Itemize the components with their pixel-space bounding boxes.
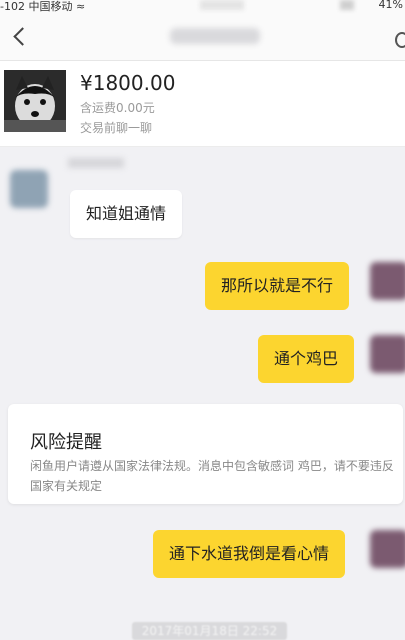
- more-button[interactable]: [395, 32, 405, 48]
- message-bubble-outgoing[interactable]: 通个鸡巴: [258, 335, 355, 383]
- risk-notice-title: 风险提醒: [30, 432, 102, 453]
- status-bar: -102 中国移动 ≈ 41%: [0, 0, 405, 14]
- chat-before-trade-link[interactable]: 交易前聊一聊: [80, 119, 152, 136]
- status-time-blurred: [200, 0, 244, 10]
- nav-bar: [0, 14, 405, 61]
- risk-notice-card: 风险提醒 闲鱼用户请遵从国家法律法规。消息中包含敏感词 鸡巴，请不要违反国家有关…: [8, 404, 403, 504]
- wifi-icon: ≈: [75, 0, 86, 13]
- message-bubble-outgoing[interactable]: 那所以就是不行: [205, 262, 350, 310]
- product-thumbnail[interactable]: [4, 70, 66, 132]
- message-bubble-incoming[interactable]: 知道姐通情: [70, 190, 183, 238]
- sender-name-blurred: [68, 158, 124, 168]
- carrier-label: -102 中国移动 ≈: [0, 0, 86, 13]
- product-price: ¥1800.00: [80, 71, 176, 95]
- avatar[interactable]: [370, 262, 405, 300]
- avatar[interactable]: [10, 170, 48, 208]
- shipping-fee: 含运费0.00元: [80, 101, 155, 115]
- message-timestamp: 2017年01月18日 22:52: [132, 622, 287, 640]
- back-button[interactable]: [8, 22, 34, 52]
- status-icons-blurred: [340, 0, 354, 10]
- chat-title-blurred: [170, 28, 260, 44]
- avatar[interactable]: [370, 530, 405, 568]
- risk-notice-body: 闲鱼用户请遵从国家法律法规。消息中包含敏感词 鸡巴，请不要违反国家有关规定: [30, 459, 394, 493]
- product-card[interactable]: ¥1800.00 含运费0.00元 交易前聊一聊: [0, 61, 405, 147]
- battery-label: 41%: [378, 0, 403, 11]
- avatar[interactable]: [370, 335, 405, 373]
- message-bubble-outgoing[interactable]: 通下水道我倒是看心情: [153, 530, 346, 578]
